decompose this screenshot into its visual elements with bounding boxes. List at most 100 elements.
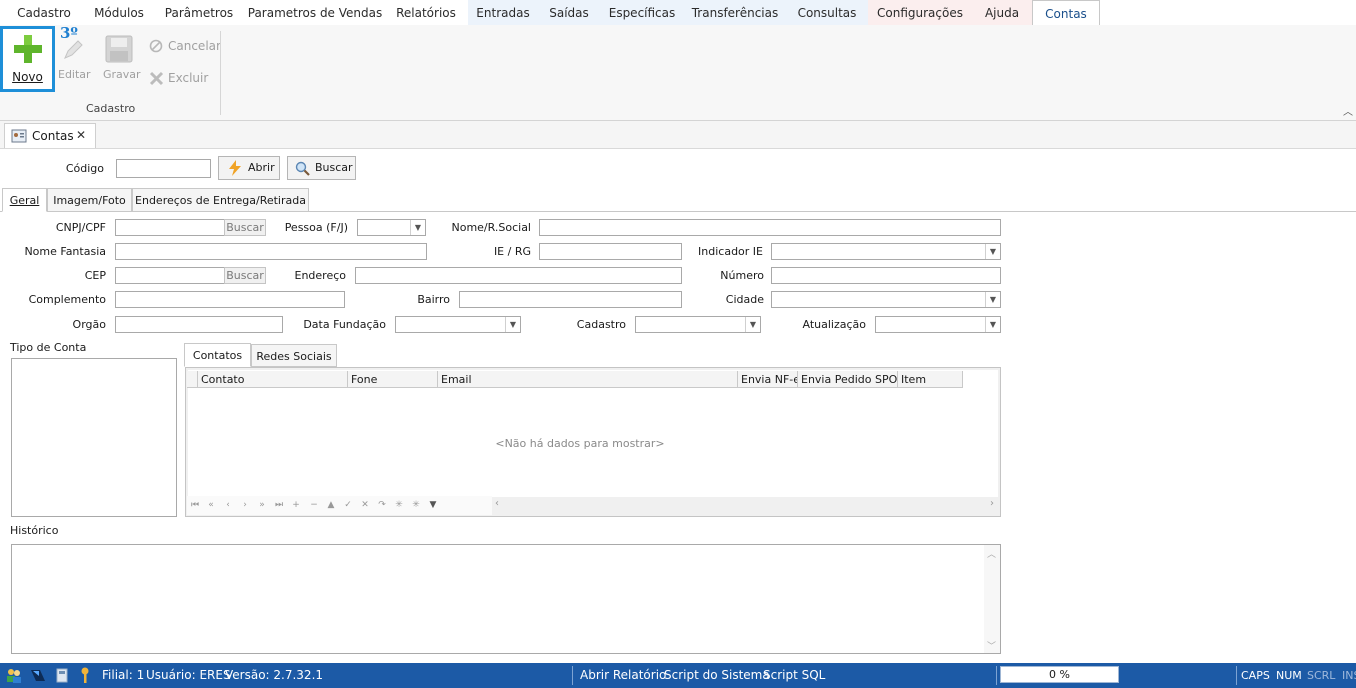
tab-contas-label: Contas [32,129,74,143]
nav-last-icon[interactable]: ⏭ [271,497,287,514]
endereco-input[interactable] [355,267,682,284]
historico-textarea[interactable]: ︿ ﹀ [11,544,1001,654]
historico-scrollbar[interactable]: ︿ ﹀ [984,545,1000,653]
tab-imagem-foto[interactable]: Imagem/Foto [47,188,132,212]
cnpj-label: CNPJ/CPF [55,221,106,234]
nav-delete-icon[interactable]: − [306,497,322,514]
menu-tab-modulos[interactable]: Módulos [84,0,154,25]
chevron-down-icon[interactable]: ▼ [505,317,520,332]
nav-next-icon[interactable]: › [237,497,253,514]
users-icon[interactable] [6,668,22,683]
nav-filter-icon[interactable]: ▼ [425,497,441,514]
ie-rg-input[interactable] [539,243,682,260]
menu-tab-parametros-vendas[interactable]: Parametros de Vendas [244,0,386,25]
menu-tab-entradas[interactable]: Entradas [468,0,538,25]
gravar-button[interactable]: Gravar [100,25,141,91]
menu-bar: Cadastro Módulos Parâmetros Parametros d… [0,0,1356,27]
pessoa-select[interactable]: ▼ [357,219,426,236]
nav-insert-icon[interactable]: + [288,497,304,514]
indicador-ie-select[interactable]: ▼ [771,243,1001,260]
calculator-icon[interactable] [56,668,68,683]
cidade-select[interactable]: ▼ [771,291,1001,308]
historico-label: Histórico [10,524,59,537]
nav-first-icon[interactable]: ⏮ [187,497,203,514]
data-fundacao-input[interactable]: ▼ [395,316,521,333]
menu-tab-configuracoes[interactable]: Configurações [868,0,972,25]
endereco-label: Endereço [294,269,347,282]
nome-fantasia-input[interactable] [115,243,427,260]
search-icon [295,161,310,176]
menu-tab-especificas[interactable]: Específicas [600,0,684,25]
grid-row-indicator-header [187,371,198,388]
bairro-input[interactable] [459,291,682,308]
nav-prev-icon[interactable]: ‹ [220,497,236,514]
menu-tab-consultas[interactable]: Consultas [786,0,868,25]
grid-col-envia-nfe[interactable]: Envia NF-e [738,371,798,388]
nav-refresh-icon[interactable]: ↷ [374,497,390,514]
grid-col-contato[interactable]: Contato [198,371,348,388]
complemento-input[interactable] [115,291,345,308]
menu-tab-saidas[interactable]: Saídas [538,0,600,25]
script-sistema-link[interactable]: Script do Sistema [664,663,770,688]
menu-tab-contas[interactable]: Contas [1032,0,1100,27]
codigo-input[interactable] [116,159,211,178]
grid-col-email[interactable]: Email [438,371,738,388]
nav-cancel-icon[interactable]: ✕ [357,497,373,514]
grid-col-item[interactable]: Item [898,371,963,388]
scroll-right-icon[interactable]: › [990,498,994,509]
status-usuario: Usuário: ERES [146,668,231,682]
orgao-input[interactable] [115,316,283,333]
nav-bookmark-icon[interactable]: ✳ [391,497,407,514]
grid-col-fone[interactable]: Fone [348,371,438,388]
menu-tab-ajuda[interactable]: Ajuda [972,0,1032,25]
chevron-down-icon[interactable]: ▼ [985,244,1000,259]
chevron-down-icon[interactable]: ▼ [985,317,1000,332]
nome-social-input[interactable] [539,219,1001,236]
ie-rg-label: IE / RG [493,245,531,258]
menu-tab-relatorios[interactable]: Relatórios [388,0,464,25]
scroll-left-icon[interactable]: ‹ [495,498,499,509]
nav-post-icon[interactable]: ✓ [340,497,356,514]
buscar-button[interactable]: Buscar [287,156,356,180]
chevron-down-icon[interactable]: ▼ [985,292,1000,307]
cancelar-button[interactable]: Cancelar [148,38,221,56]
scroll-up-icon[interactable]: ︿ [987,547,996,560]
key-icon[interactable] [80,667,90,684]
close-icon[interactable]: ✕ [76,128,86,142]
novo-button[interactable]: Novo [0,26,55,92]
buscar-label: Buscar [315,161,353,174]
editar-button[interactable]: 3º Editar [56,24,91,91]
menu-tab-transferencias[interactable]: Transferências [684,0,786,25]
cnpj-buscar-button[interactable]: Buscar [224,219,266,236]
abrir-relatorio-link[interactable]: Abrir Relatório [580,663,666,688]
tab-contatos[interactable]: Contatos [184,343,251,367]
script-sql-link[interactable]: Script SQL [763,663,825,688]
abrir-button[interactable]: Abrir [218,156,280,180]
nav-goto-bookmark-icon[interactable]: ✳ [408,497,424,514]
nav-edit-icon[interactable]: ▲ [323,497,339,514]
nav-next-page-icon[interactable]: » [254,497,270,514]
chevron-down-icon[interactable]: ▼ [410,220,425,235]
chevron-down-icon[interactable]: ▼ [745,317,760,332]
cnpj-input[interactable] [115,219,225,236]
grid-col-envia-pedido[interactable]: Envia Pedido SPO [798,371,898,388]
tab-geral[interactable]: Geral [2,188,47,212]
grid-horizontal-scrollbar[interactable]: ‹ › [492,497,999,514]
menu-tab-cadastro[interactable]: Cadastro [8,0,80,25]
collapse-ribbon-icon[interactable]: ︿ [1343,103,1353,118]
tab-redes-sociais[interactable]: Redes Sociais [251,344,337,367]
nav-prev-page-icon[interactable]: « [203,497,219,514]
tab-enderecos-entrega[interactable]: Endereços de Entrega/Retirada [132,188,309,212]
numero-input[interactable] [771,267,1001,284]
tipo-conta-list[interactable] [11,358,177,517]
shield-icon[interactable] [30,668,46,683]
tab-contas[interactable]: Contas ✕ [4,123,96,148]
cadastro-date-input[interactable]: ▼ [635,316,761,333]
scroll-down-icon[interactable]: ﹀ [987,639,996,652]
indicador-ie-label: Indicador IE [698,245,763,258]
excluir-button[interactable]: Excluir [148,70,218,88]
cep-input[interactable] [115,267,225,284]
menu-tab-parametros[interactable]: Parâmetros [158,0,240,25]
atualizacao-date-input[interactable]: ▼ [875,316,1001,333]
cep-buscar-button[interactable]: Buscar [224,267,266,284]
